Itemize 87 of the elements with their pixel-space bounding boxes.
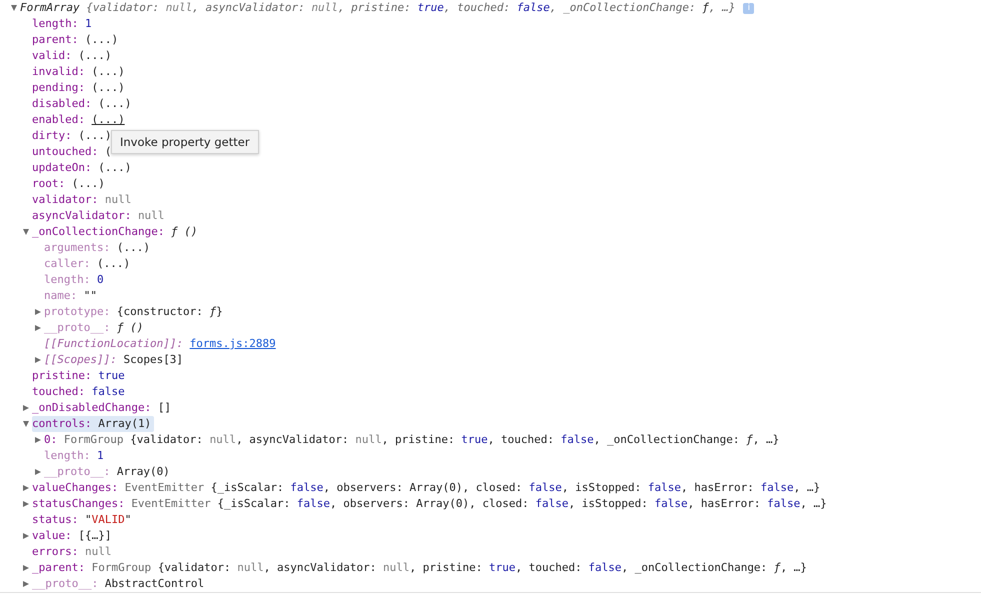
property-value: true xyxy=(98,368,125,384)
property-key: arguments: xyxy=(44,240,110,256)
property-key: asyncValidator: xyxy=(32,208,132,224)
property-key: _parent: xyxy=(32,560,85,576)
property-value: [] xyxy=(158,400,172,416)
property-value: null xyxy=(104,192,132,208)
property-value: (...) xyxy=(98,96,132,112)
disclosure-triangle-icon[interactable] xyxy=(23,485,29,491)
property-value: {constructor: ƒ} xyxy=(116,304,223,320)
property-key: length: xyxy=(32,16,78,32)
property-value: (...) xyxy=(116,240,150,256)
property-key: untouched: xyxy=(32,144,98,160)
property-value: FormGroup {validator: null, asyncValidator: null, pristine: true, touched: false, _onCollectionChange: ƒ, …} xyxy=(92,560,807,576)
object-preview: FormArray {validator: null, asyncValidator: null, pristine: true, touched: false, _onCollectionChange: ƒ, …} xyxy=(20,0,736,16)
disclosure-triangle-icon[interactable] xyxy=(23,501,29,507)
property-value: "" xyxy=(84,288,97,304)
property-key: pending: xyxy=(32,80,85,96)
tooltip: Invoke property getter xyxy=(111,130,259,154)
disclosure-triangle-icon[interactable] xyxy=(23,229,29,235)
property-key: valueChanges: xyxy=(32,480,118,496)
disclosure-triangle-icon[interactable] xyxy=(11,5,17,11)
property-value: ƒ () xyxy=(116,320,144,336)
property-key: __proto__: xyxy=(32,576,98,592)
property-key: root: xyxy=(32,176,66,192)
property-value: (...) xyxy=(78,48,112,64)
property-value: Array(1) xyxy=(98,416,152,432)
property-value: AbstractControl xyxy=(104,576,204,592)
property-key: updateOn: xyxy=(32,160,92,176)
property-key: 0: xyxy=(44,432,58,448)
property-value: [{…}] xyxy=(78,528,112,544)
disclosure-triangle-icon[interactable] xyxy=(35,437,41,443)
property-key: errors: xyxy=(32,544,78,560)
disclosure-triangle-icon[interactable] xyxy=(23,533,29,539)
property-value: (...) xyxy=(84,32,118,48)
property-key: validator: xyxy=(32,192,98,208)
property-key: name: xyxy=(44,288,78,304)
property-key: _onDisabledChange: xyxy=(32,400,152,416)
property-value: EventEmitter {_isScalar: false, observers: Array(0), closed: false, isStopped: false, hasError: false, …} xyxy=(124,480,820,496)
property-value: (...) xyxy=(78,128,112,144)
property-value: EventEmitter {_isScalar: false, observers: Array(0), closed: false, isStopped: false, hasError: false, …} xyxy=(131,496,827,512)
disclosure-triangle-icon[interactable] xyxy=(23,565,29,571)
disclosure-triangle-icon[interactable] xyxy=(35,309,41,315)
disclosure-triangle-icon[interactable] xyxy=(23,405,29,411)
property-value: (...) xyxy=(98,160,132,176)
property-key: valid: xyxy=(32,48,72,64)
property-value: FormGroup {validator: null, asyncValidator: null, pristine: true, touched: false, _onCollectionChange: ƒ, …} xyxy=(64,432,780,448)
property-key: dirty: xyxy=(32,128,72,144)
disclosure-triangle-icon[interactable] xyxy=(23,581,29,587)
property-value: (...) xyxy=(92,112,125,128)
disclosure-triangle-icon[interactable] xyxy=(35,325,41,331)
property-key: touched: xyxy=(32,384,85,400)
property-value: Scopes[3] xyxy=(123,352,184,368)
property-key: length: xyxy=(44,272,90,288)
property-key: enabled: xyxy=(32,112,85,128)
property-key: parent: xyxy=(32,32,78,48)
property-key: __proto__: xyxy=(44,320,110,336)
property-key: invalid: xyxy=(32,64,85,80)
property-value: ( xyxy=(104,144,112,160)
property-value: ƒ () xyxy=(171,224,198,240)
property-value: 0 xyxy=(96,272,104,288)
property-key: _onCollectionChange: xyxy=(32,224,164,240)
property-value: "VALID" xyxy=(84,512,132,528)
property-key: pristine: xyxy=(32,368,92,384)
property-key: [[FunctionLocation]]: xyxy=(44,336,184,352)
property-value: Array(0) xyxy=(116,464,170,480)
property-value: null xyxy=(138,208,164,224)
property-key: disabled: xyxy=(32,96,92,112)
property-key: prototype: xyxy=(44,304,110,320)
property-key: [[Scopes]]: xyxy=(44,352,117,368)
property-key: value: xyxy=(32,528,72,544)
property-value: null xyxy=(84,544,112,560)
property-value: (...) xyxy=(72,176,105,192)
property-value: false xyxy=(92,384,125,400)
property-value: 1 xyxy=(84,16,92,32)
source-link[interactable]: forms.js:2889 xyxy=(190,337,276,350)
property-key: statusChanges: xyxy=(32,496,125,512)
property-key: __proto__: xyxy=(44,464,110,480)
disclosure-triangle-icon[interactable] xyxy=(35,357,41,363)
property-key: length: xyxy=(44,448,90,464)
property-key: status: xyxy=(32,512,78,528)
property-value: (...) xyxy=(92,64,125,80)
property-value: (...) xyxy=(92,80,125,96)
disclosure-triangle-icon[interactable] xyxy=(35,469,41,475)
property-key: controls: xyxy=(32,416,92,432)
property-value: 1 xyxy=(96,448,104,464)
property-value: (...) xyxy=(96,256,130,272)
property-key: caller: xyxy=(44,256,90,272)
